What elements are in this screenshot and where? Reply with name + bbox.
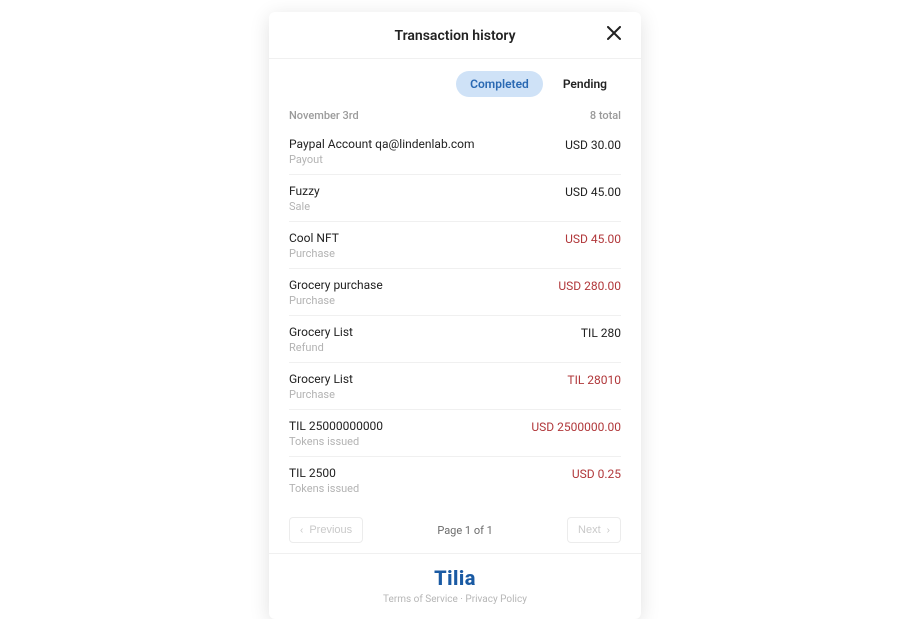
previous-label: Previous (309, 524, 352, 536)
footer-sep: · (458, 594, 466, 605)
transaction-title: Paypal Account qa@lindenlab.com (289, 137, 475, 151)
tabs: Completed Pending (269, 59, 641, 97)
transaction-subtitle: Refund (289, 341, 353, 354)
transaction-history-card: Transaction history Completed Pending No… (269, 12, 641, 619)
transaction-subtitle: Sale (289, 200, 320, 213)
transaction-row[interactable]: Fuzzy Sale USD 45.00 (289, 175, 621, 222)
section-header: November 3rd 8 total (269, 97, 641, 128)
transaction-row[interactable]: TIL 25000000000 Tokens issued USD 2500000.… (289, 410, 621, 457)
transaction-row[interactable]: Paypal Account qa@lindenlab.com Payout USD… (289, 128, 621, 175)
transaction-title: Grocery List (289, 372, 353, 386)
transaction-amount: TIL 28010 (567, 373, 621, 387)
footer-links: Terms of Service · Privacy Policy (289, 594, 621, 605)
brand-logo: Tilia (289, 566, 621, 590)
transaction-info: Fuzzy Sale (289, 184, 320, 213)
transaction-row[interactable]: Grocery List Purchase TIL 28010 (289, 363, 621, 410)
transaction-info: TIL 25000000000 Tokens issued (289, 419, 383, 448)
transaction-amount: USD 30.00 (565, 138, 621, 152)
footer: Tilia Terms of Service · Privacy Policy (269, 553, 641, 619)
next-label: Next (578, 524, 601, 536)
close-button[interactable] (605, 26, 623, 44)
transaction-row[interactable]: Grocery List Refund TIL 280 (289, 316, 621, 363)
transaction-amount: USD 280.00 (558, 279, 621, 293)
pager: ‹ Previous Page 1 of 1 Next › (269, 503, 641, 553)
header: Transaction history (269, 12, 641, 59)
chevron-right-icon: › (607, 525, 610, 536)
transaction-title: TIL 25000000000 (289, 419, 383, 433)
transaction-subtitle: Purchase (289, 388, 353, 401)
transaction-info: Grocery purchase Purchase (289, 278, 383, 307)
transaction-info: Cool NFT Purchase (289, 231, 339, 260)
section-total: 8 total (590, 109, 621, 122)
transaction-row[interactable]: Grocery purchase Purchase USD 280.00 (289, 269, 621, 316)
transaction-info: Paypal Account qa@lindenlab.com Payout (289, 137, 475, 166)
transaction-title: Grocery purchase (289, 278, 383, 292)
tab-completed[interactable]: Completed (456, 71, 543, 97)
transaction-list: Paypal Account qa@lindenlab.com Payout USD… (269, 128, 641, 503)
transaction-subtitle: Tokens issued (289, 482, 359, 495)
transaction-amount: USD 45.00 (565, 232, 621, 246)
transaction-subtitle: Tokens issued (289, 435, 383, 448)
page-title: Transaction history (394, 28, 515, 44)
transaction-title: TIL 2500 (289, 466, 359, 480)
transaction-row[interactable]: TIL 2500 Tokens issued USD 0.25 (289, 457, 621, 503)
privacy-link[interactable]: Privacy Policy (465, 594, 527, 605)
section-date: November 3rd (289, 109, 359, 122)
tab-pending[interactable]: Pending (549, 71, 621, 97)
transaction-amount: USD 0.25 (572, 467, 621, 481)
chevron-left-icon: ‹ (300, 525, 303, 536)
transaction-title: Cool NFT (289, 231, 339, 245)
transaction-amount: USD 2500000.00 (531, 420, 621, 434)
transaction-amount: USD 45.00 (565, 185, 621, 199)
pager-status: Page 1 of 1 (437, 524, 493, 537)
terms-link[interactable]: Terms of Service (383, 594, 458, 605)
transaction-amount: TIL 280 (581, 326, 621, 340)
transaction-subtitle: Purchase (289, 294, 383, 307)
close-icon (607, 26, 621, 44)
transaction-title: Fuzzy (289, 184, 320, 198)
next-button[interactable]: Next › (567, 517, 621, 543)
previous-button[interactable]: ‹ Previous (289, 517, 363, 543)
transaction-info: Grocery List Refund (289, 325, 353, 354)
transaction-title: Grocery List (289, 325, 353, 339)
transaction-subtitle: Payout (289, 153, 475, 166)
transaction-subtitle: Purchase (289, 247, 339, 260)
transaction-info: Grocery List Purchase (289, 372, 353, 401)
transaction-info: TIL 2500 Tokens issued (289, 466, 359, 495)
transaction-row[interactable]: Cool NFT Purchase USD 45.00 (289, 222, 621, 269)
